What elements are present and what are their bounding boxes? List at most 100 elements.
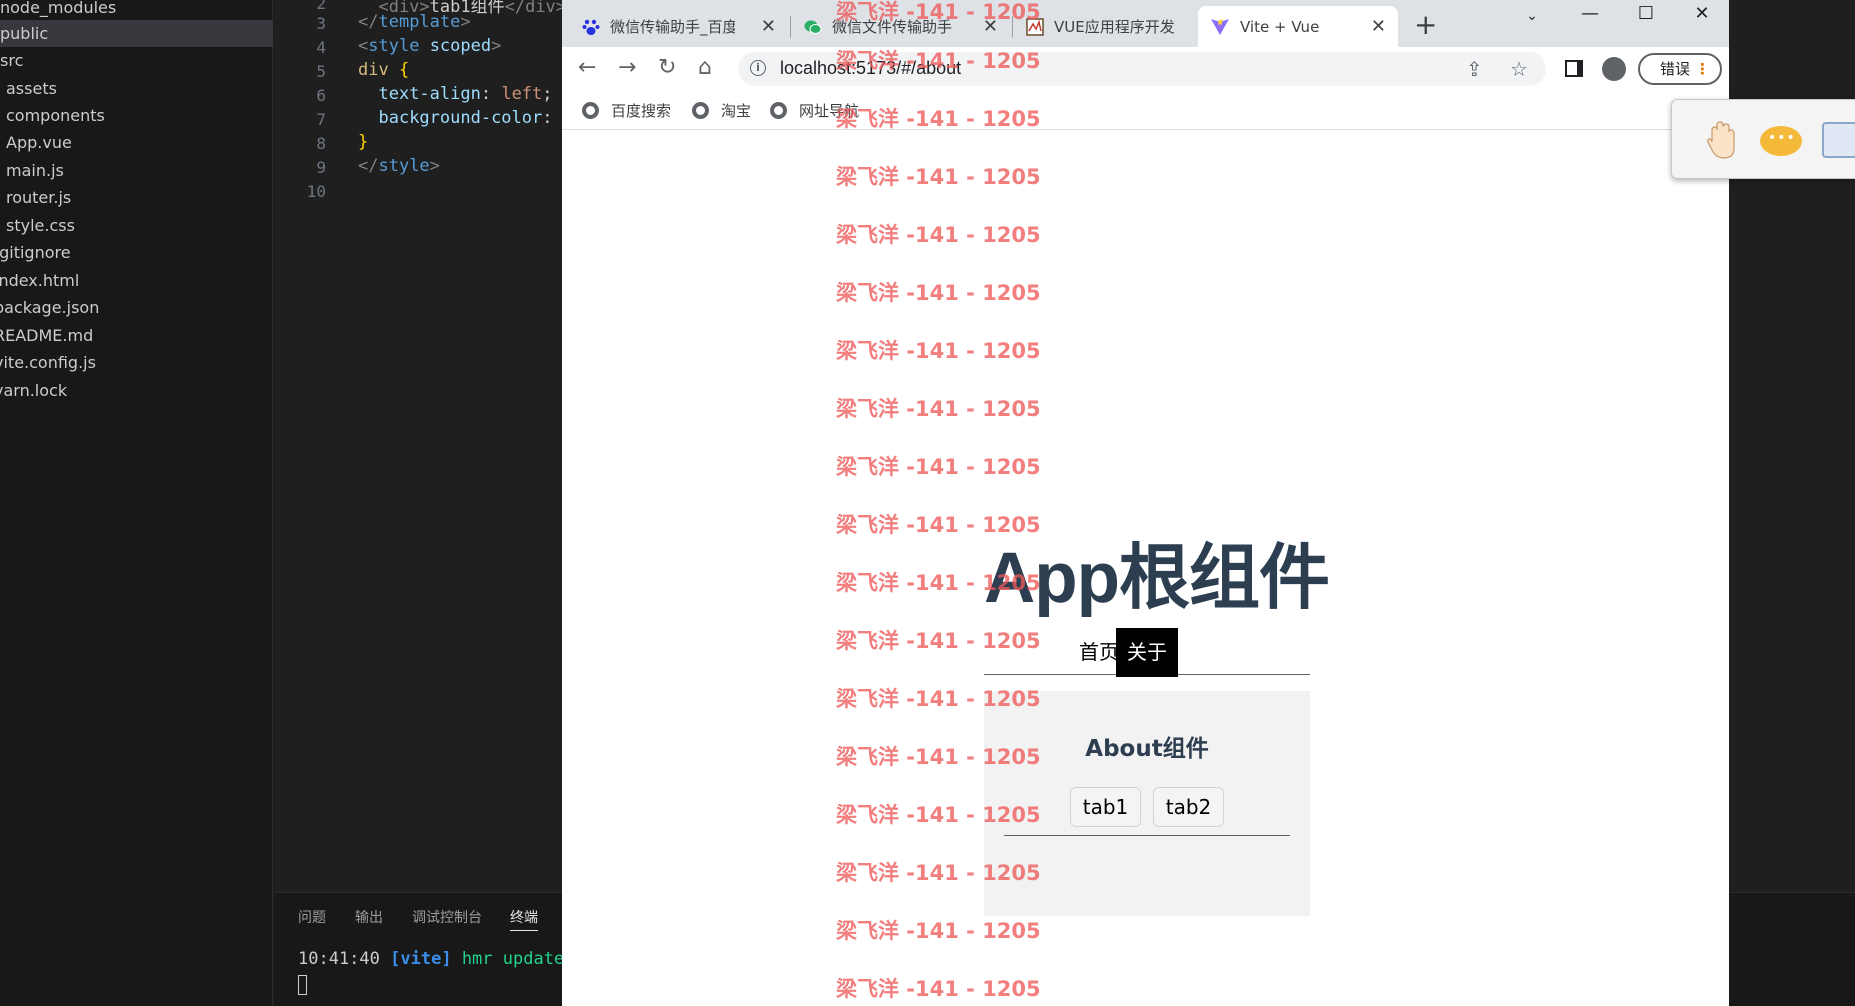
- explorer-item-app-vue[interactable]: App.vue: [0, 129, 273, 156]
- file-explorer: node_modules public src assets component…: [0, 0, 273, 1006]
- explorer-item-assets[interactable]: assets: [0, 75, 273, 102]
- nav-link-about[interactable]: 关于: [1116, 628, 1178, 677]
- tab2-button[interactable]: tab2: [1153, 787, 1224, 827]
- explorer-item-label: public: [0, 24, 49, 43]
- terminal-output: 10:41:40 [vite] hmr update /s: [298, 949, 595, 969]
- code-line: text-align: left;: [378, 84, 553, 104]
- browser-tab-title: VUE应用程序开发: [1054, 18, 1175, 36]
- panel-tab-output[interactable]: 输出: [355, 907, 383, 927]
- explorer-item-node-modules[interactable]: node_modules: [0, 0, 273, 21]
- bookmark-baidu-search[interactable]: 百度搜索: [582, 100, 671, 121]
- globe-icon: [692, 102, 709, 119]
- line-number: 9: [316, 158, 326, 177]
- explorer-item-yarn-lock[interactable]: yarn.lock: [0, 377, 267, 404]
- close-tab-icon[interactable]: ✕: [1371, 16, 1386, 37]
- explorer-item-main-js[interactable]: main.js: [0, 157, 273, 184]
- code-line: </template>: [358, 12, 471, 32]
- explorer-item-label: node_modules: [0, 0, 117, 17]
- baidu-paw-icon: [582, 19, 600, 35]
- watermark-text: 梁飞洋 -141 - 1205: [836, 455, 1041, 479]
- browser-toolbar: ← → ↻ ⌂ i localhost:5173/#/about ⇪ ☆ 错误 ⋮: [562, 47, 1729, 91]
- minimize-icon[interactable]: —: [1562, 0, 1618, 30]
- tab1-button[interactable]: tab1: [1070, 787, 1141, 827]
- bookmark-label: 淘宝: [721, 102, 752, 120]
- code-line: </style>: [358, 156, 440, 176]
- bookmark-taobao[interactable]: 淘宝: [692, 100, 751, 121]
- line-number: 8: [316, 134, 326, 153]
- web-page: App根组件 首页 关于 About组件 tab1 tab2 梁飞洋 -141 …: [562, 0, 1729, 1006]
- panel-tab-problems[interactable]: 问题: [298, 907, 326, 927]
- browser-tab-title: Vite + Vue: [1240, 17, 1320, 36]
- tab-search-icon[interactable]: ⌄: [1504, 2, 1560, 32]
- maximize-icon[interactable]: ☐: [1618, 0, 1674, 30]
- explorer-item-label: main.js: [6, 161, 64, 180]
- browser-tab-baidu[interactable]: 微信传输助手_百度 ✕: [570, 6, 788, 47]
- explorer-item-components[interactable]: components: [0, 102, 273, 129]
- explorer-item-label: router.js: [6, 188, 72, 207]
- router-nav: 首页 关于: [984, 628, 1310, 677]
- forward-icon[interactable]: →: [618, 55, 636, 80]
- explorer-item-index-html[interactable]: index.html: [0, 267, 267, 294]
- terminal-tag: [vite]: [390, 949, 452, 969]
- profile-avatar[interactable]: [1602, 57, 1626, 81]
- browser-tab-vite-vue[interactable]: Vite + Vue ✕: [1198, 6, 1398, 47]
- chat-bubble-icon[interactable]: [1760, 126, 1802, 156]
- explorer-item-src[interactable]: src: [0, 47, 273, 74]
- close-window-icon[interactable]: ✕: [1674, 0, 1729, 30]
- bookmark-site-nav[interactable]: 网址导航: [770, 100, 859, 121]
- panel-tab-debug-console[interactable]: 调试控制台: [412, 907, 482, 927]
- close-tab-icon[interactable]: ✕: [983, 16, 998, 37]
- terminal-message: hmr update: [461, 949, 565, 969]
- code-line: <style scoped>: [358, 36, 502, 56]
- explorer-item-label: .gitignore: [0, 243, 71, 262]
- browser-tab-title: 微信传输助手_百度: [610, 18, 735, 36]
- browser-window: 微信传输助手_百度 ✕ 微信文件传输助手 ✕ VUE应用程序开发 ✕ Vite …: [562, 0, 1729, 1006]
- error-button[interactable]: 错误 ⋮: [1638, 53, 1722, 85]
- tab-separator: [790, 16, 791, 38]
- line-number: 10: [306, 182, 326, 201]
- watermark-text: 梁飞洋 -141 - 1205: [836, 339, 1041, 363]
- explorer-item-label: package.json: [0, 298, 100, 317]
- vite-logo-icon: [1211, 18, 1229, 35]
- line-number: 7: [316, 110, 326, 129]
- explorer-item-vite-config[interactable]: vite.config.js: [0, 349, 267, 376]
- watermark-text: 梁飞洋 -141 - 1205: [836, 397, 1041, 421]
- code-line: div {: [358, 60, 410, 80]
- share-icon[interactable]: ⇪: [1466, 57, 1483, 81]
- address-bar[interactable]: i localhost:5173/#/about ⇪ ☆: [738, 52, 1546, 86]
- bookmark-label: 网址导航: [799, 102, 860, 120]
- site-info-icon[interactable]: i: [750, 60, 766, 76]
- explorer-item-public[interactable]: public: [0, 20, 273, 47]
- browser-tab-title: 微信文件传输助手: [832, 18, 953, 36]
- new-tab-icon[interactable]: +: [1414, 8, 1437, 41]
- tab-separator: [1012, 16, 1013, 38]
- explorer-item-package-json[interactable]: package.json: [0, 294, 267, 321]
- bookmark-star-icon[interactable]: ☆: [1510, 57, 1528, 81]
- hand-icon[interactable]: [1706, 120, 1736, 160]
- reload-icon[interactable]: ↻: [658, 55, 676, 80]
- line-number: 6: [316, 86, 326, 105]
- about-divider: [1004, 835, 1290, 836]
- back-icon[interactable]: ←: [578, 55, 596, 80]
- explorer-item-label: components: [6, 106, 105, 125]
- line-number: 4: [316, 38, 326, 57]
- explorer-item-label: App.vue: [6, 133, 72, 152]
- url-text[interactable]: localhost:5173/#/about: [780, 58, 961, 79]
- side-panel-icon[interactable]: [1565, 60, 1583, 77]
- explorer-item-router-js[interactable]: router.js: [0, 184, 273, 211]
- card-icon[interactable]: [1822, 122, 1855, 158]
- explorer-item-label: assets: [6, 79, 57, 98]
- home-icon[interactable]: ⌂: [698, 55, 712, 80]
- close-tab-icon[interactable]: ✕: [761, 16, 776, 37]
- explorer-item-readme[interactable]: README.md: [0, 322, 267, 349]
- terminal-time: 10:41:40: [298, 949, 380, 969]
- explorer-item-style-css[interactable]: style.css: [0, 212, 273, 239]
- watermark-text: 梁飞洋 -141 - 1205: [836, 223, 1041, 247]
- watermark-text: 梁飞洋 -141 - 1205: [836, 165, 1041, 189]
- watermark-text: 梁飞洋 -141 - 1205: [836, 977, 1041, 1001]
- explorer-item-label: vite.config.js: [0, 353, 96, 372]
- explorer-item-gitignore[interactable]: .gitignore: [0, 239, 267, 266]
- more-menu-icon[interactable]: ⋮: [1695, 55, 1710, 83]
- browser-tab-wechat[interactable]: 微信文件传输助手 ✕: [792, 6, 1010, 47]
- panel-tab-terminal[interactable]: 终端: [510, 907, 538, 931]
